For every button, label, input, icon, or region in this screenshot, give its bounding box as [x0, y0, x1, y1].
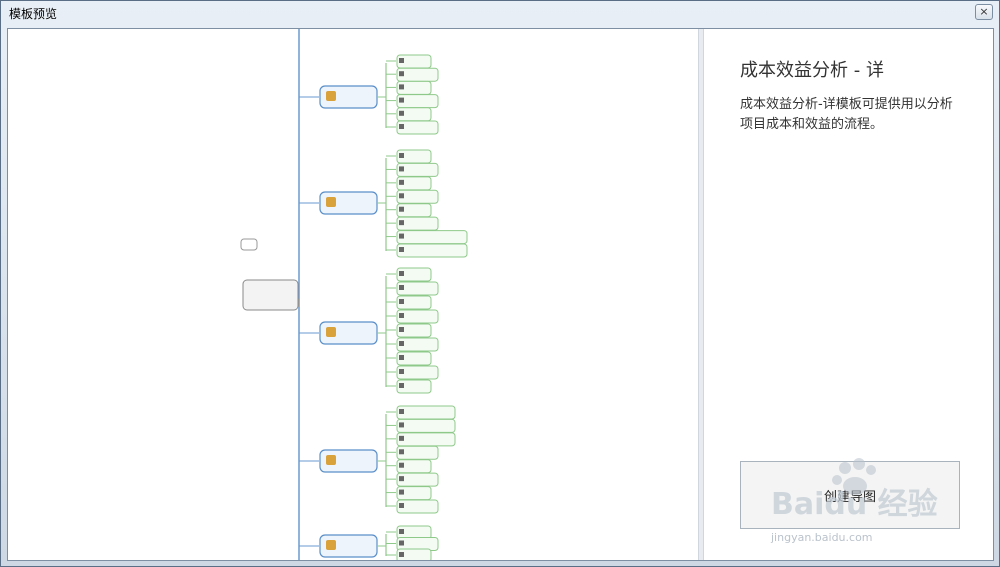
leaf-bullet-icon — [399, 179, 404, 185]
leaf-topic-node — [396, 230, 468, 245]
leaf-bullet-icon — [399, 327, 404, 332]
main-topic-icon — [326, 455, 336, 465]
leaf-bullet-icon — [399, 97, 404, 103]
central-topic-node — [242, 279, 299, 311]
leaf-bullet-icon — [399, 58, 404, 63]
mindmap-canvas — [240, 29, 468, 560]
template-preview-window: 模板预览 × 成本效益分析 - 详 成本效益分析-详模板可提供用以分析项目成本和… — [0, 0, 1000, 567]
leaf-bullet-icon — [399, 422, 404, 428]
title-bar: 模板预览 × — [1, 1, 999, 25]
leaf-bullet-icon — [399, 285, 404, 290]
main-topic-icon — [326, 91, 336, 101]
leaf-bullet-icon — [399, 476, 404, 482]
leaf-bullet-icon — [399, 449, 404, 455]
leaf-bullet-icon — [399, 193, 404, 199]
mindmap-preview[interactable] — [8, 29, 698, 560]
leaf-bullet-icon — [399, 233, 404, 239]
leaf-bullet-icon — [399, 341, 404, 346]
leaf-bullet-icon — [399, 355, 404, 360]
dialog-content: 成本效益分析 - 详 成本效益分析-详模板可提供用以分析项目成本和效益的流程。 … — [7, 28, 994, 561]
close-button[interactable]: × — [975, 4, 993, 20]
leaf-bullet-icon — [399, 84, 404, 90]
main-topic-icon — [326, 197, 336, 207]
template-info-pane: 成本效益分析 - 详 成本效益分析-详模板可提供用以分析项目成本和效益的流程。 … — [704, 29, 993, 560]
leaf-bullet-icon — [399, 166, 404, 172]
leaf-bullet-icon — [399, 489, 404, 495]
leaf-bullet-icon — [399, 206, 404, 212]
template-title: 成本效益分析 - 详 — [740, 60, 884, 81]
main-topic-icon — [326, 540, 336, 550]
leaf-topic-node — [396, 243, 468, 258]
leaf-bullet-icon — [399, 153, 404, 158]
leaf-topic-node — [396, 418, 456, 433]
leaf-bullet-icon — [399, 71, 404, 77]
leaf-bullet-icon — [399, 552, 404, 557]
leaf-bullet-icon — [399, 540, 404, 546]
template-description: 成本效益分析-详模板可提供用以分析项目成本和效益的流程。 — [740, 97, 953, 132]
main-topic-icon — [326, 327, 336, 337]
leaf-bullet-icon — [399, 462, 404, 468]
leaf-bullet-icon — [399, 503, 404, 508]
leaf-bullet-icon — [399, 383, 404, 388]
leaf-topic-node — [396, 432, 456, 447]
leaf-bullet-icon — [399, 220, 404, 226]
create-map-button[interactable]: 创建导图 — [740, 461, 960, 529]
leaf-bullet-icon — [399, 271, 404, 276]
leaf-bullet-icon — [399, 369, 404, 374]
window-title: 模板预览 — [9, 7, 58, 21]
leaf-bullet-icon — [399, 110, 404, 116]
leaf-bullet-icon — [399, 409, 404, 414]
leaf-bullet-icon — [399, 124, 404, 129]
leaf-bullet-icon — [399, 529, 404, 534]
leaf-bullet-icon — [399, 313, 404, 318]
leaf-bullet-icon — [399, 247, 404, 252]
leaf-topic-node — [396, 405, 456, 420]
floating-topic-node — [240, 238, 258, 251]
leaf-bullet-icon — [399, 299, 404, 304]
leaf-bullet-icon — [399, 435, 404, 441]
